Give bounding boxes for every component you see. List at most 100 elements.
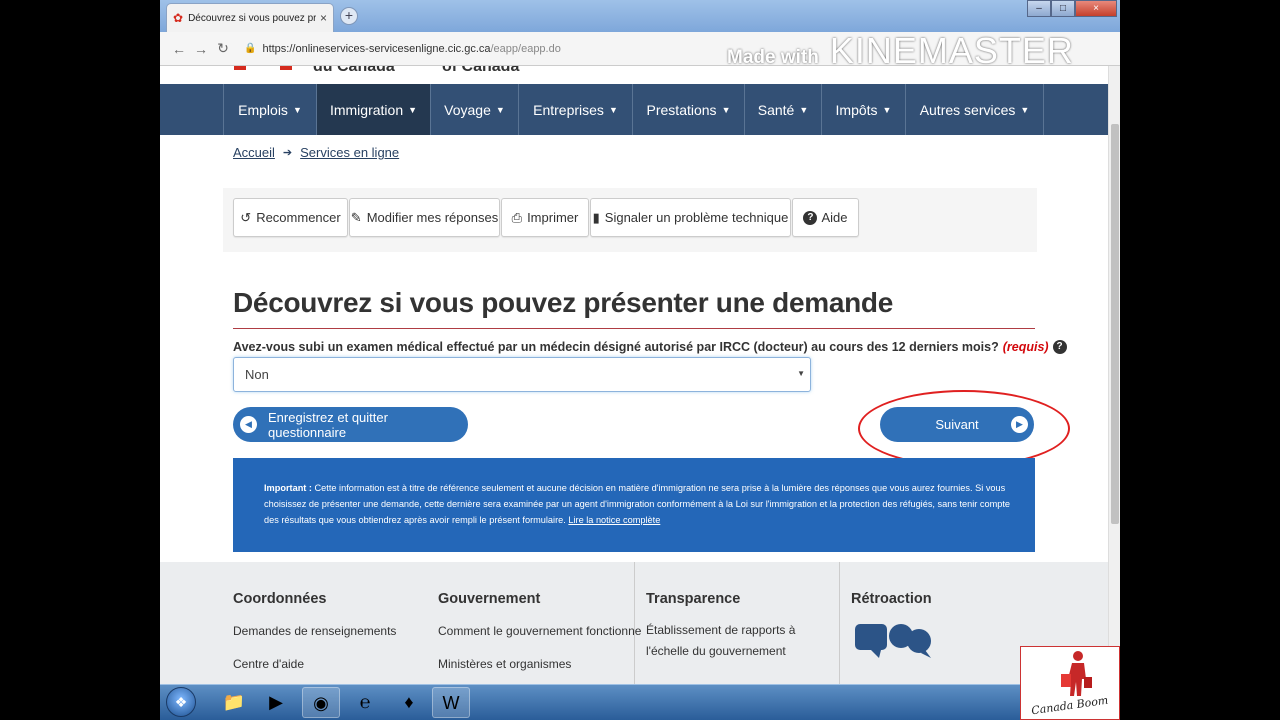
breadcrumb: Accueil ➔ Services en ligne — [233, 145, 399, 160]
footer-link[interactable]: Demandes de renseignements — [233, 624, 396, 638]
footer-heading: Transparence — [646, 591, 741, 607]
arrow-right-icon: ➔ — [282, 147, 293, 159]
footer: Coordonnées Demandes de renseignements C… — [160, 562, 1108, 684]
close-window-icon[interactable]: × — [1075, 0, 1117, 17]
footer-link[interactable]: Établissement de rapports à l'échelle du… — [646, 620, 832, 662]
tab-title: Découvrez si vous pouvez présen — [188, 12, 316, 24]
save-and-quit-button[interactable]: ◀ Enregistrez et quitter questionnaire — [233, 407, 468, 442]
vertical-scrollbar[interactable] — [1108, 66, 1120, 684]
comment-icon: ▮ — [592, 209, 600, 225]
footer-link[interactable]: Centre d'aide — [233, 657, 304, 671]
footer-heading: Rétroaction — [851, 591, 932, 607]
traveler-figure-icon — [1061, 651, 1092, 696]
restart-button[interactable]: ↺ Recommencer — [233, 198, 348, 237]
nav-item-prestations[interactable]: Prestations ▼ — [632, 84, 744, 135]
chrome-icon[interactable]: ◉ — [302, 687, 340, 718]
restart-icon: ↺ — [240, 209, 252, 225]
important-notice: Important : Cette information est à titr… — [233, 458, 1035, 552]
nav-item-impots[interactable]: Impôts ▼ — [821, 84, 905, 135]
nav-label: Entreprises — [533, 101, 604, 118]
breadcrumb-home-link[interactable]: Accueil — [233, 145, 275, 160]
kinemaster-watermark: Made with KINEMASTER — [727, 30, 1074, 72]
breadcrumb-services-link[interactable]: Services en ligne — [300, 145, 399, 160]
question-circle-icon: ? — [803, 210, 818, 225]
chevron-down-icon: ▼ — [1020, 104, 1030, 115]
windows-taskbar: ❖ 📁 ▶ ◉ ℮ ♦ W EN ▲ ⚑ ✖ ▮ — [160, 684, 1120, 720]
nav-label: Impôts — [835, 101, 878, 118]
back-arrow-icon[interactable]: ← — [168, 41, 190, 57]
word-icon[interactable]: W — [432, 687, 470, 718]
close-tab-icon[interactable]: × — [320, 11, 327, 25]
nav-label: Santé — [757, 101, 795, 118]
answer-select[interactable]: Non ▼ — [233, 357, 811, 392]
question-help-icon[interactable]: ? — [1052, 340, 1067, 354]
chevron-down-icon: ▼ — [495, 104, 505, 115]
url-path: /eapp/eapp.do — [490, 42, 561, 55]
app-icon[interactable]: ♦ — [390, 687, 428, 718]
nav-label: Autres services — [919, 101, 1016, 118]
main-nav: Emplois ▼ Immigration ▼ Voyage ▼ Entreprise… — [160, 84, 1108, 135]
lock-icon: 🔒 — [244, 43, 257, 54]
title-divider — [233, 328, 1035, 329]
nav-label: Voyage — [444, 101, 491, 118]
forward-arrow-icon[interactable]: → — [190, 41, 212, 57]
pencil-icon: ✎ — [350, 209, 362, 225]
required-marker: (requis) — [1002, 340, 1049, 354]
watermark-small: Made with — [727, 47, 819, 68]
printer-icon: ⎙ — [511, 209, 523, 225]
nav-label: Prestations — [646, 101, 717, 118]
footer-link[interactable]: Comment le gouvernement fonctionne — [438, 624, 641, 638]
scrollbar-thumb[interactable] — [1111, 124, 1119, 524]
new-tab-button[interactable]: + — [340, 7, 358, 25]
maximize-icon[interactable]: □ — [1051, 0, 1075, 17]
chevron-left-circle-icon: ◀ — [240, 416, 257, 433]
window-controls: – □ × — [1027, 0, 1117, 17]
report-problem-button[interactable]: ▮ Signaler un problème technique — [590, 198, 791, 237]
footer-link[interactable]: Ministères et organismes — [438, 657, 571, 671]
nav-item-immigration[interactable]: Immigration ▼ — [316, 84, 430, 135]
watermark-big: KINEMASTER — [829, 30, 1074, 71]
highlight-circle-annotation — [858, 390, 1070, 467]
feedback-chat-icon[interactable] — [853, 622, 935, 662]
edit-answers-button[interactable]: ✎ Modifier mes réponses — [349, 198, 500, 237]
answer-value: Non — [245, 367, 269, 382]
internet-explorer-icon[interactable]: ℮ — [346, 687, 384, 718]
maple-leaf-icon: ✿ — [173, 11, 184, 25]
chevron-down-icon: ▼ — [882, 104, 892, 115]
footer-heading: Coordonnées — [233, 591, 327, 607]
url-field[interactable]: https://onlineservices-servicesenligne.c… — [262, 43, 560, 55]
reload-icon[interactable]: ↻ — [212, 40, 234, 57]
media-player-icon[interactable]: ▶ — [257, 687, 295, 718]
nav-item-sante[interactable]: Santé ▼ — [744, 84, 821, 135]
footer-heading: Gouvernement — [438, 591, 541, 607]
browser-tab[interactable]: ✿ Découvrez si vous pouvez présen × — [166, 3, 334, 32]
nav-item-autres-services[interactable]: Autres services ▼ — [905, 84, 1044, 135]
print-button[interactable]: ⎙ Imprimer — [501, 198, 589, 237]
chevron-down-icon: ▼ — [408, 104, 418, 115]
page-title: Découvrez si vous pouvez présenter une d… — [233, 287, 893, 318]
nav-item-voyage[interactable]: Voyage ▼ — [430, 84, 518, 135]
footer-col-transparency: Transparence Établissement de rapports à… — [634, 562, 839, 684]
notice-link[interactable]: Lire la notice complète — [568, 515, 660, 525]
question-text: Avez-vous subi un examen médical effectu… — [233, 340, 999, 354]
restart-label: Recommencer — [256, 210, 341, 225]
nav-label: Immigration — [329, 101, 404, 118]
flag-bar-left — [234, 66, 246, 70]
minimize-icon[interactable]: – — [1027, 0, 1051, 17]
help-button[interactable]: ? Aide — [792, 198, 859, 237]
footer-col-contact: Coordonnées Demandes de renseignements C… — [233, 562, 433, 684]
nav-item-entreprises[interactable]: Entreprises ▼ — [518, 84, 632, 135]
help-label: Aide — [821, 210, 848, 225]
print-label: Imprimer — [527, 210, 579, 225]
browser-window: ✿ Découvrez si vous pouvez présen × + – … — [160, 0, 1120, 720]
nav-item-emplois[interactable]: Emplois ▼ — [223, 84, 316, 135]
chevron-down-icon: ▼ — [721, 104, 731, 115]
header-text-left: du Canada — [313, 66, 395, 75]
save-quit-label: Enregistrez et quitter questionnaire — [268, 409, 388, 440]
footer-col-government: Gouvernement Comment le gouvernement fon… — [438, 562, 641, 684]
edit-label: Modifier mes réponses — [366, 210, 499, 225]
windows-start-icon[interactable]: ❖ — [166, 687, 196, 717]
dropdown-arrow-icon: ▼ — [797, 369, 805, 378]
notice-label: Important : — [264, 483, 312, 493]
file-explorer-icon[interactable]: 📁 — [215, 687, 253, 718]
